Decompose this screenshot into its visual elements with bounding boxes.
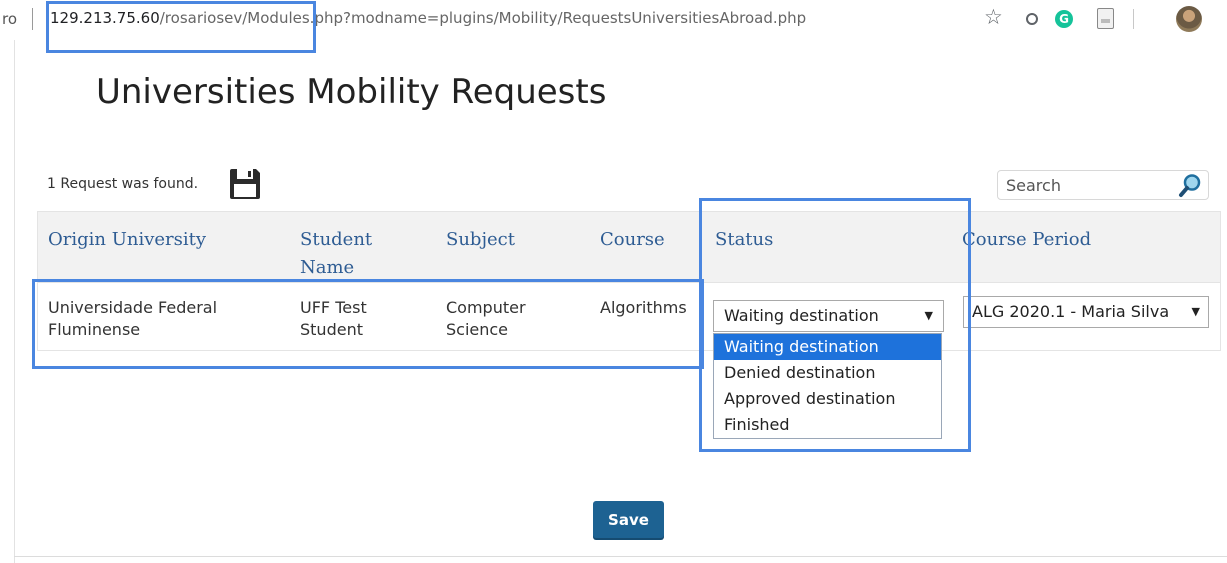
course-period-select[interactable]: ALG 2020.1 - Maria Silva ▼ (963, 296, 1209, 328)
search-input[interactable] (1006, 174, 1166, 196)
status-option-finished[interactable]: Finished (714, 412, 941, 438)
cell-course: Algorithms (600, 298, 687, 317)
course-period-select-value: ALG 2020.1 - Maria Silva (972, 302, 1170, 321)
profile-avatar[interactable] (1176, 6, 1202, 32)
extension-ring-icon[interactable] (1026, 13, 1038, 25)
grammarly-extension-icon[interactable]: G (1055, 10, 1073, 28)
cell-student-name: UFF Test Student (300, 298, 367, 339)
document-extension-icon[interactable] (1097, 8, 1114, 29)
toolbar-divider (1133, 9, 1134, 29)
url-host: 129.213.75.60 (50, 9, 160, 27)
address-bar[interactable]: 129.213.75.60/rosariosev/Modules.php?mod… (50, 9, 806, 27)
floppy-disk-icon[interactable] (228, 167, 262, 201)
status-option-approved[interactable]: Approved destination (714, 386, 941, 412)
table-header: Origin University Student Name Subject C… (37, 211, 1221, 283)
chevron-down-icon: ▼ (1191, 305, 1200, 318)
search-box[interactable] (997, 170, 1209, 200)
column-header-status[interactable]: Status (715, 226, 773, 254)
page-title: Universities Mobility Requests (96, 72, 607, 112)
status-select-value: Waiting destination (724, 306, 879, 325)
status-option-denied[interactable]: Denied destination (714, 360, 941, 386)
save-button[interactable]: Save (593, 501, 664, 538)
toolbar-divider (32, 8, 33, 30)
browser-toolbar: ro 129.213.75.60/rosariosev/Modules.php?… (0, 0, 1227, 38)
column-header-student[interactable]: Student Name (300, 226, 410, 282)
cell-subject: Computer Science (446, 298, 526, 339)
tab-title-fragment: ro (2, 10, 18, 28)
chevron-down-icon: ▼ (924, 309, 933, 322)
column-header-subject[interactable]: Subject (446, 226, 515, 254)
status-option-waiting[interactable]: Waiting destination (714, 334, 941, 360)
page-left-border (14, 40, 15, 563)
page-bottom-border (14, 556, 1227, 557)
status-select[interactable]: Waiting destination ▼ (713, 300, 944, 332)
column-header-period[interactable]: Course Period (962, 226, 1091, 254)
status-dropdown-list: Waiting destination Denied destination A… (713, 333, 942, 439)
results-count: 1 Request was found. (47, 176, 199, 192)
url-path: /rosariosev/Modules.php?modname=plugins/… (159, 9, 807, 27)
cell-origin-university: Universidade Federal Fluminense (48, 298, 218, 339)
column-header-course[interactable]: Course (600, 226, 665, 254)
search-icon[interactable] (1178, 173, 1202, 199)
column-header-origin[interactable]: Origin University (48, 226, 206, 254)
bookmark-star-icon[interactable]: ☆ (984, 5, 1003, 29)
